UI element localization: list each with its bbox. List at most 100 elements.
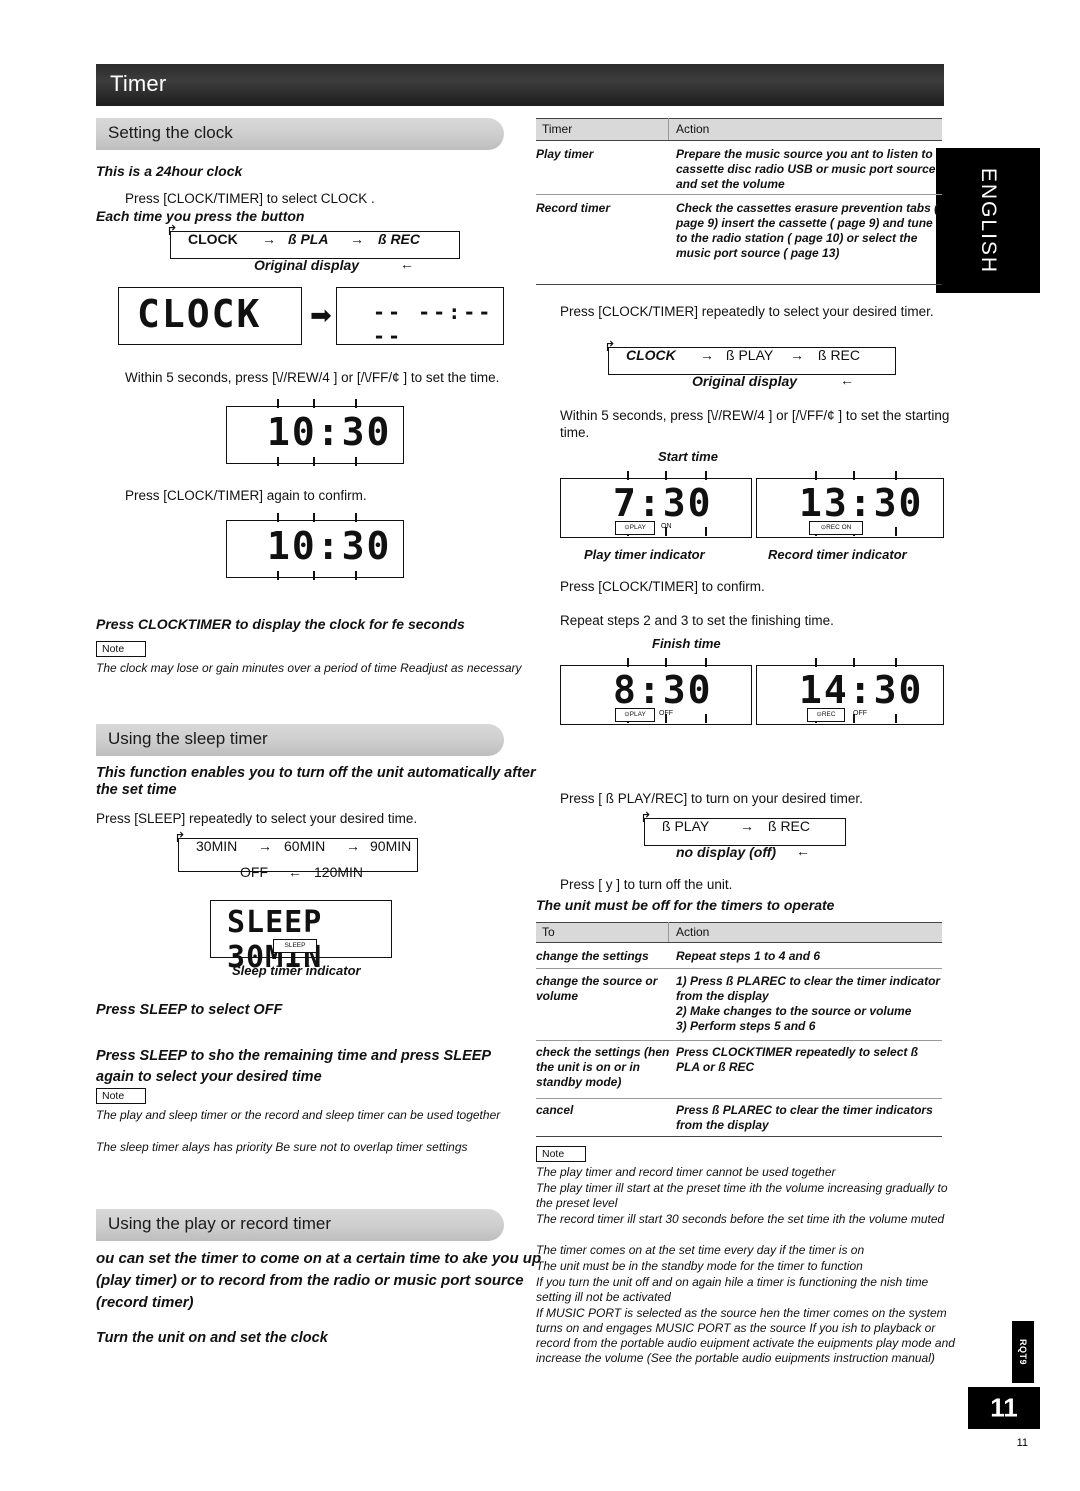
right-note-4: The unit must be in the standby mode for… <box>536 1259 863 1273</box>
lcd-rec-finish-display: 14:30 ⊙REC OFF <box>756 658 944 725</box>
timer-flow2-item-1: ß REC <box>768 818 810 834</box>
lcd-play-finish-display: 8:30 ⊙PLAY OFF <box>560 658 752 725</box>
sleep-note-0: The play and sleep timer or the record a… <box>96 1108 501 1122</box>
right-step-3: Within 5 seconds, press [\//REW/4 ] or [… <box>560 408 950 440</box>
table2-row0-action: Repeat steps 1 to 4 and 6 <box>676 949 821 963</box>
sleep-note-1: The sleep timer alays has priority Be su… <box>96 1140 468 1154</box>
right-note-2: The record timer ill start 30 seconds be… <box>536 1212 945 1226</box>
timer-flow-item-1: ß PLAY <box>726 347 774 363</box>
lcd-rec-start-value: 13:30 <box>799 481 924 525</box>
manual-page: Timer ENGLISH Setting the clock This is … <box>0 0 1080 1491</box>
arrow-right-icon: ➡ <box>310 300 332 330</box>
playrec-step-1: Turn the unit on and set the clock <box>96 1330 328 1346</box>
lcd-clock-value: CLOCK <box>137 292 262 336</box>
sleep-option-2: 90MIN <box>370 838 412 854</box>
play-timer-indicator-caption: Play timer indicator <box>584 547 705 562</box>
lcd-play-finish-state: OFF <box>659 710 673 717</box>
table2-row1-action: 1) Press ß PLAREC to clear the timer ind… <box>676 974 941 1033</box>
table1-row0-timer: Play timer <box>536 147 594 161</box>
right-note-0: The play timer and record timer cannot b… <box>536 1165 836 1179</box>
clock-note-label: Note <box>96 641 146 657</box>
right-note-3: The timer comes on at the set time every… <box>536 1243 865 1257</box>
sleep-intro: This function enables you to turn off th… <box>96 765 536 798</box>
no-display-label: no display (off) <box>676 844 777 860</box>
table1-header-1: Action <box>676 122 710 136</box>
page-number-box: 11 <box>968 1387 1040 1429</box>
clock-flow-item-0: CLOCK <box>188 231 238 247</box>
sleep-step-1: Press [SLEEP] repeatedly to select your … <box>96 811 418 826</box>
right-step-6: Press [ ß PLAY/REC] to turn on your desi… <box>560 791 863 806</box>
clock-flow-item-2: ß REC <box>378 231 420 247</box>
section-header-sleep-timer: Using the sleep timer <box>96 724 504 756</box>
lcd-play-start-display: 7:30 ⊙PLAY ON <box>560 471 752 538</box>
lcd-sleep-display: SLEEP 30MIN SLEEP <box>210 900 392 975</box>
right-step-4: Press [CLOCK/TIMER] to confirm. <box>560 579 765 594</box>
table2-row3-to: cancel <box>536 1103 574 1117</box>
section-title-sleep: Using the sleep timer <box>108 729 268 748</box>
sleep-option-4: 120MIN <box>314 864 364 880</box>
right-note-5: If you turn the unit off and on again hi… <box>536 1275 929 1304</box>
lcd-sleep-badge: SLEEP <box>273 939 317 953</box>
right-note-1: The play timer ill start at the preset t… <box>536 1181 948 1210</box>
clock-each-time-label: Each time you press the button <box>96 208 305 224</box>
record-timer-indicator-caption: Record timer indicator <box>768 547 907 562</box>
lcd-blank-value: -- --:-- -- <box>373 300 494 348</box>
lcd-play-start-badge: ⊙PLAY <box>615 521 655 535</box>
right-step-5: Repeat steps 2 and 3 to set the finishin… <box>560 613 834 628</box>
lcd-play-start-state: ON <box>661 523 672 530</box>
finish-time-label: Finish time <box>652 636 721 651</box>
clock-subtitle: This is a 24hour clock <box>96 163 243 179</box>
sleep-note-label: Note <box>96 1088 146 1104</box>
timer-flow-item-2: ß REC <box>818 347 860 363</box>
table1-row0-action: Prepare the music source you ant to list… <box>676 147 936 191</box>
clock-original-display-label: Original display <box>254 257 360 273</box>
lcd-blank-display: -- --:-- -- <box>336 287 504 348</box>
sleep-option-0: 30MIN <box>196 838 238 854</box>
clock-note-text: The clock may lose or gain minutes over … <box>96 661 522 675</box>
sleep-tip-1: Press SLEEP to select OFF <box>96 1002 283 1018</box>
page-number-large: 11 <box>990 1392 1018 1423</box>
right-step-2: Press [CLOCK/TIMER] repeatedly to select… <box>560 304 934 319</box>
clock-step-3: Press [CLOCK/TIMER] again to confirm. <box>125 488 367 503</box>
table2-header-0: To <box>542 925 555 939</box>
lcd-rec-finish-badge: ⊙REC <box>807 708 845 722</box>
section-header-play-record-timer: Using the play or record timer <box>96 1209 504 1241</box>
page-number-small: 11 <box>1016 1437 1028 1449</box>
table2-row2-action: Press CLOCKTIMER repeatedly to select ß … <box>676 1045 919 1074</box>
lcd-rec-start-badge: ⊙REC ON <box>809 521 863 535</box>
lcd-clock-set-value: 10:30 <box>267 410 392 454</box>
lcd-clock-confirm-display: 10:30 <box>226 513 404 580</box>
timer-original-display-label: Original display <box>692 373 798 389</box>
lcd-play-finish-value: 8:30 <box>613 668 713 712</box>
clock-step-2: Within 5 seconds, press [\//REW/4 ] or [… <box>125 370 500 385</box>
lcd-clock-confirm-value: 10:30 <box>267 524 392 568</box>
sleep-option-3: OFF <box>240 864 268 880</box>
right-step-7: Press [ y ] to turn off the unit. <box>560 877 733 892</box>
language-tab-label: ENGLISH <box>977 167 1000 274</box>
lcd-clock-set-display: 10:30 <box>226 399 404 466</box>
clock-step-1: Press [CLOCK/TIMER] to select CLOCK . <box>125 191 375 206</box>
table1-row1-action: Check the cassettes erasure prevention t… <box>676 201 939 260</box>
table1-header-0: Timer <box>542 122 573 136</box>
sleep-display-caption: Sleep timer indicator <box>232 963 361 978</box>
section-title-clock: Setting the clock <box>108 123 233 142</box>
clock-flow-item-1: ß PLA <box>288 231 329 247</box>
playrec-intro: ou can set the timer to come on at a cer… <box>96 1250 542 1311</box>
table2-row1-to: change the source or volume <box>536 974 658 1003</box>
model-code-tab: RQT9 <box>1012 1321 1034 1383</box>
table2-row0-to: change the settings <box>536 949 649 963</box>
clock-tip: Press CLOCKTIMER to display the clock fo… <box>96 616 465 632</box>
page-title-bar: Timer <box>96 64 944 106</box>
page-title: Timer <box>110 71 167 96</box>
right-note-6: If MUSIC PORT is selected as the source … <box>536 1306 955 1365</box>
right-note-label: Note <box>536 1146 586 1162</box>
table2-row2-to: check the settings (hen the unit is on o… <box>536 1045 670 1089</box>
language-tab: ENGLISH <box>936 148 1040 293</box>
table2-header-1: Action <box>676 925 710 939</box>
lcd-clock-display: CLOCK <box>118 287 302 345</box>
lcd-rec-start-display: 13:30 ⊙REC ON <box>756 471 944 538</box>
table1-row1-timer: Record timer <box>536 201 611 215</box>
section-title-playrec: Using the play or record timer <box>108 1214 331 1233</box>
unit-must-be-off-note: The unit must be off for the timers to o… <box>536 897 835 913</box>
start-time-label: Start time <box>658 449 718 464</box>
